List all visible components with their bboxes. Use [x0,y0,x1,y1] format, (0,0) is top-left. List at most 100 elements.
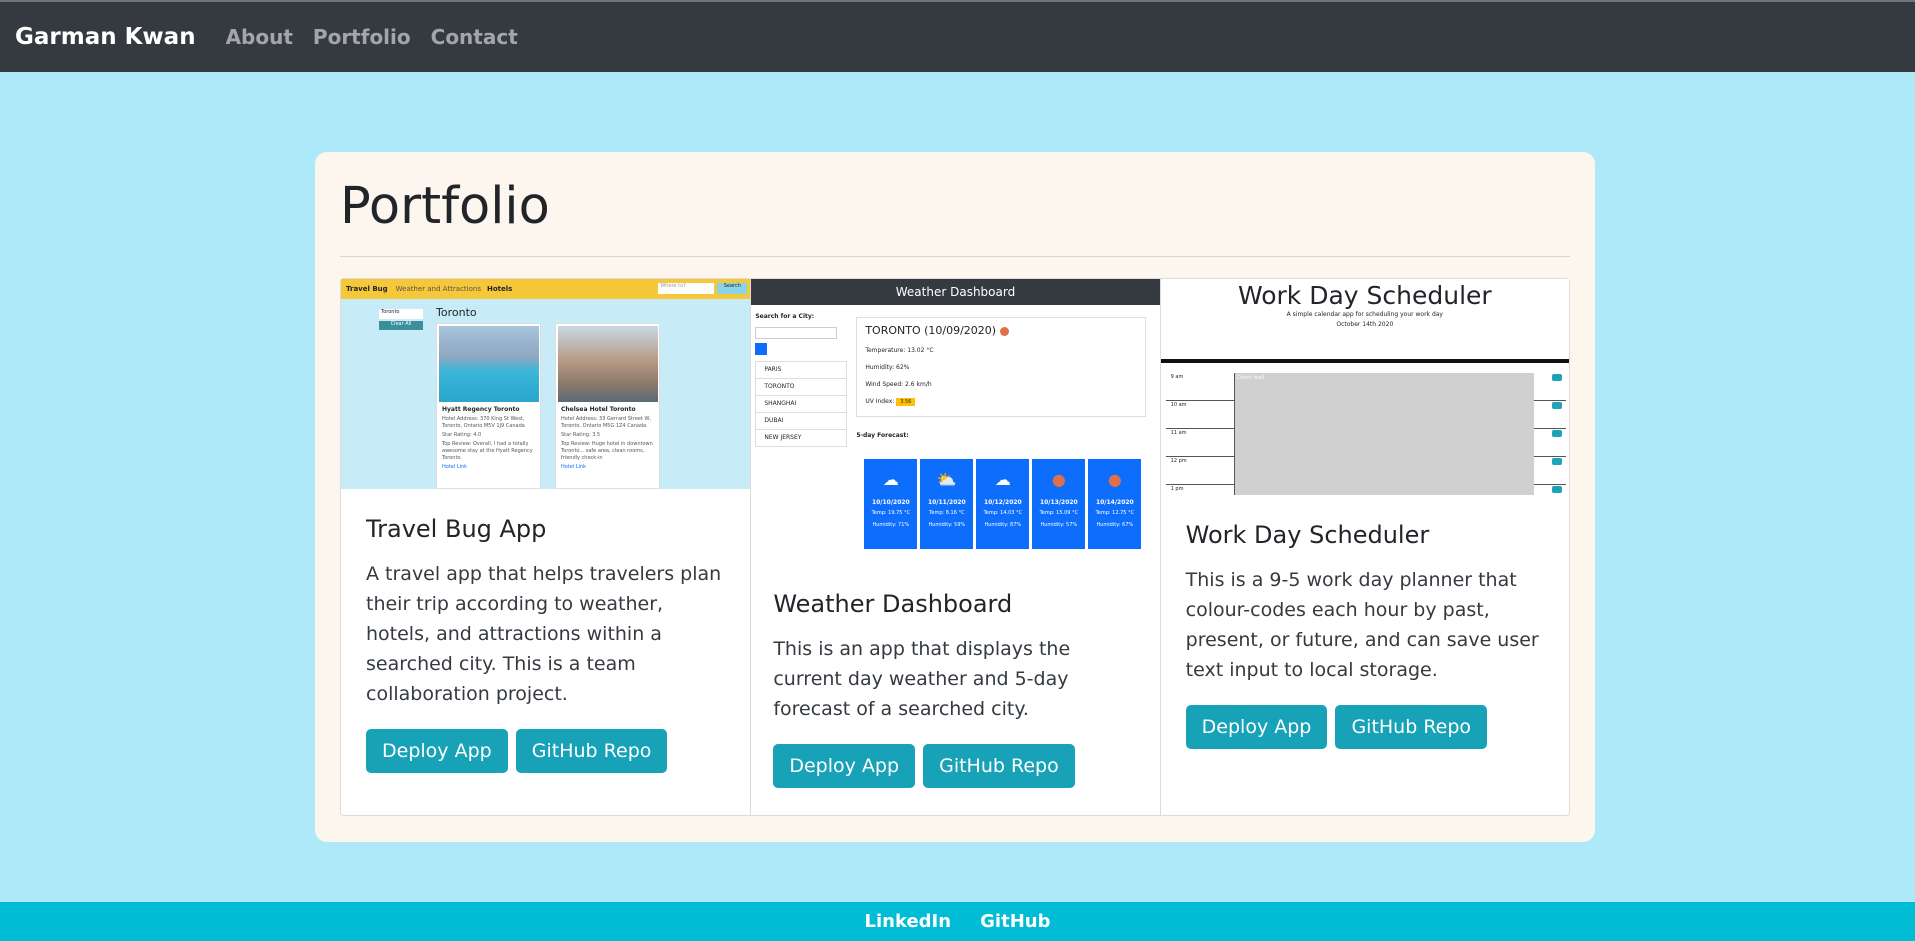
github-repo-button[interactable]: GitHub Repo [1335,705,1488,749]
sun-icon: ● [1051,470,1066,489]
tb-hotel-card: Chelsea Hotel Toronto Hotel Address: 33 … [555,323,660,489]
nav-portfolio-link[interactable]: Portfolio [313,25,411,49]
tb-nav-hotels: Hotels [487,285,513,293]
brand-link[interactable]: Garman Kwan [15,24,196,50]
ws-hour-entry [1233,401,1534,429]
wd-forecast-humidity: Humidity: 71% [872,522,910,528]
tb-city-heading: Toronto [436,306,477,319]
ws-hour-entry [1233,429,1534,457]
wd-forecast-temp: Temp: 8.16 °C [929,510,965,516]
wd-search-icon [755,343,768,355]
nav-contact-link[interactable]: Contact [431,25,518,49]
cloud-icon: ☁ [882,470,899,489]
tb-clear-button: Clear All [379,321,423,330]
save-icon [1551,458,1562,465]
save-icon [1551,486,1562,493]
tb-search-input: Where to? [658,283,715,294]
wd-forecast-humidity: Humidity: 67% [1096,522,1134,528]
sun-icon: ● [1107,470,1122,489]
project-card-weather-dashboard: Weather Dashboard Search for a City: PAR… [750,279,1160,815]
tb-hotel-link: Hotel Link [442,464,468,470]
tb-hotel-review: Top Review: Huge hotel in downtown Toron… [561,441,653,461]
deploy-app-button[interactable]: Deploy App [366,729,508,773]
wd-forecast-date: 10/10/2020 [871,499,910,506]
ws-hour-label: 9 am [1170,374,1184,380]
tb-nav-weather: Weather and Attractions [395,285,481,293]
save-icon [1551,374,1562,381]
wd-history-item: SHANGHAI [755,395,848,413]
tb-hotel-rating: Star Rating: 3.5 [561,432,601,438]
wd-search-input [755,327,838,339]
wd-forecast-date: 10/11/2020 [927,499,966,506]
wd-uv-row: UV Index: 3.56 [865,398,1137,406]
wd-city-date: TORONTO (10/09/2020) [865,324,997,337]
project-card-group: Travel Bug Weather and Attractions Hotel… [340,278,1570,816]
tb-hotel-image [558,326,658,402]
wd-history-item: NEW JERSEY [755,429,848,447]
wd-history-item: DUBAI [755,412,848,430]
navbar: Garman Kwan About Portfolio Contact [0,0,1915,72]
ws-divider [1160,359,1569,363]
wd-forecast-temp: Temp: 14.03 °C [983,510,1023,516]
wd-forecast-card: ● 10/13/2020 Temp: 15.09 °C Humidity: 57… [1032,459,1086,549]
deploy-app-button[interactable]: Deploy App [773,744,916,788]
github-repo-button[interactable]: GitHub Repo [515,729,668,773]
wd-uv-label: UV Index: [865,398,895,405]
tb-search-button: Search [717,283,748,294]
wd-humidity: Humidity: 62% [865,364,910,371]
wd-search-label: Search for a City: [755,313,815,320]
nav-about-link[interactable]: About [226,25,293,49]
wd-forecast-card: ☁ 10/10/2020 Temp: 19.75 °C Humidity: 71… [864,459,918,549]
tb-hotel-card: Hyatt Regency Toronto Hotel Address: 370… [436,323,541,489]
wd-history-item: PARIS [755,361,848,379]
card-body: Weather Dashboard This is an app that di… [751,564,1159,788]
tb-city-field: Toronto [379,309,423,319]
wd-forecast-card: ⛅ 10/11/2020 Temp: 8.16 °C Humidity: 59% [920,459,974,549]
card-description: A travel app that helps travelers plan t… [366,563,722,705]
cloud-icon: ☁ [994,470,1011,489]
ws-hour-row: 10 am [1165,401,1566,429]
ws-hour-row: 11 am [1165,429,1566,457]
footer-github-link[interactable]: GitHub [980,911,1050,932]
ws-hour-label: 10 am [1170,402,1187,408]
wd-forecast-date: 10/12/2020 [983,499,1022,506]
card-description: This is an app that displays the current… [773,638,1071,720]
tb-hotel-name: Chelsea Hotel Toronto [561,406,636,413]
partly-cloudy-icon: ⛅ [936,470,957,489]
wd-current-city: TORONTO (10/09/2020) [865,324,1137,337]
title-divider [340,256,1570,257]
ws-hour-entry [1233,457,1534,485]
footer: LinkedIn GitHub [0,902,1915,941]
card-title: Weather Dashboard [773,590,1013,618]
wd-uv-badge: 3.56 [896,398,916,406]
project-card-travel-bug: Travel Bug Weather and Attractions Hotel… [341,279,751,815]
wd-forecast-date: 10/13/2020 [1039,499,1078,506]
ws-hour-label: 1 pm [1170,486,1184,492]
wd-forecast-row: ☁ 10/10/2020 Temp: 19.75 °C Humidity: 71… [864,459,1142,549]
ws-hour-label: 12 pm [1170,458,1187,464]
scheduler-screenshot: Work Day Scheduler A simple calendar app… [1160,279,1569,495]
tb-hotel-address: Hotel Address: 370 King St West, Toronto… [442,416,525,429]
github-repo-button[interactable]: GitHub Repo [923,744,1075,788]
wd-wind: Wind Speed: 2.6 km/h [865,381,932,388]
wd-current-weather: TORONTO (10/09/2020) Temperature: 13.02 … [856,317,1147,417]
wd-history-item: TORONTO [755,378,848,396]
ws-date: October 14th 2020 [1336,321,1394,328]
ws-subtitle: A simple calendar app for scheduling you… [1286,311,1443,318]
wd-forecast-temp: Temp: 15.09 °C [1039,510,1079,516]
card-title: Travel Bug App [366,515,547,543]
tb-hotel-rating: Star Rating: 4.0 [442,432,482,438]
tb-hotel-name: Hyatt Regency Toronto [442,406,520,413]
travel-bug-screenshot: Travel Bug Weather and Attractions Hotel… [341,279,751,489]
deploy-app-button[interactable]: Deploy App [1185,705,1328,749]
footer-linkedin-link[interactable]: LinkedIn [865,911,952,932]
tb-hotel-review: Top Review: Overall, I had a totally awe… [442,441,533,461]
ws-hour-entry [1233,485,1534,495]
tb-hotel-link: Hotel Link [561,464,587,470]
wd-forecast-date: 10/14/2020 [1095,499,1134,506]
weather-dashboard-screenshot: Weather Dashboard Search for a City: PAR… [751,279,1160,564]
wd-forecast-temp: Temp: 19.75 °C [871,510,911,516]
wd-forecast-card: ☁ 10/12/2020 Temp: 14.03 °C Humidity: 87… [976,459,1030,549]
card-body: Travel Bug App A travel app that helps t… [341,489,750,773]
ws-hour-rows: 9 am Check mail 10 am 11 am 12 pm 1 pm [1165,373,1566,495]
